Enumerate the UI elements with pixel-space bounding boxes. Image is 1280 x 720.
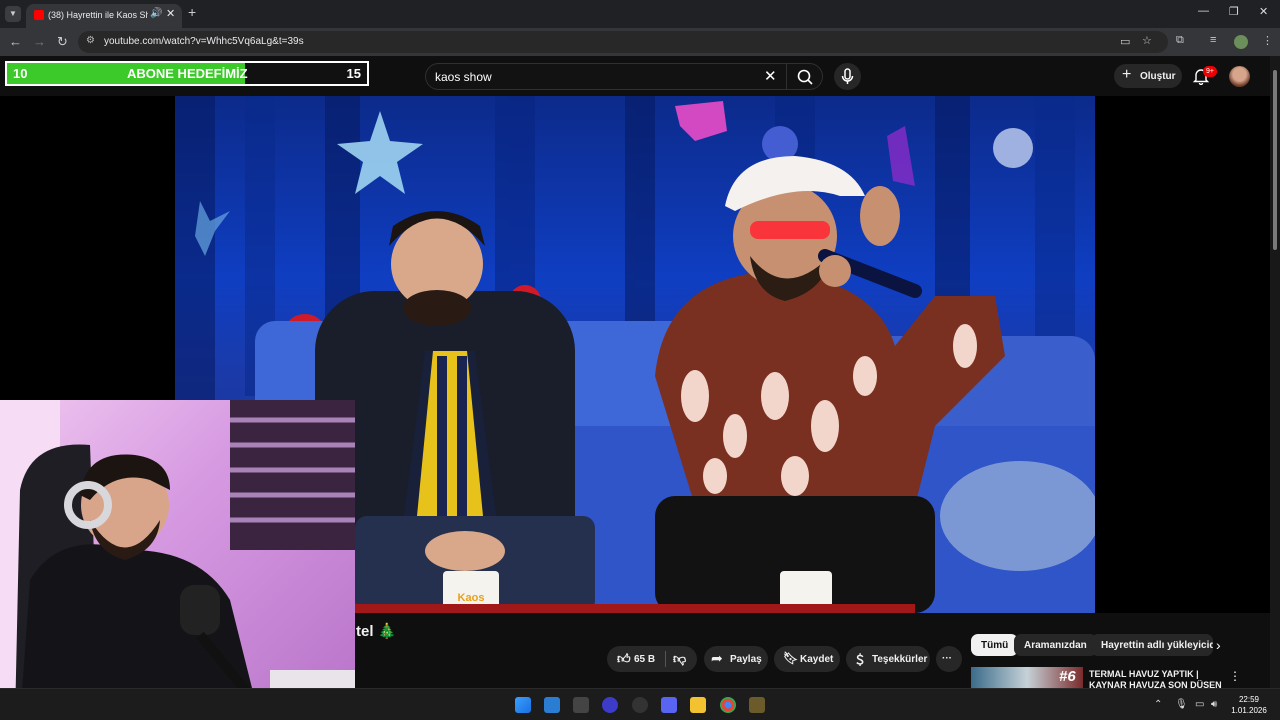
tab-search-button[interactable]: ▼: [5, 6, 21, 22]
browser-tab[interactable]: (38) Hayrettin ile Kaos Show 🔊 ✕: [26, 4, 182, 28]
chip-all[interactable]: Tümü: [971, 634, 1019, 656]
scrollbar-thumb[interactable]: [1273, 70, 1277, 250]
site-info-icon[interactable]: ⚙: [86, 35, 95, 46]
close-tab-icon[interactable]: ✕: [166, 7, 175, 20]
reading-list-icon[interactable]: ≡: [1210, 34, 1216, 46]
clock-time: 22:59: [1238, 695, 1260, 704]
streamer-webcam-overlay: [0, 400, 355, 720]
search-divider: [786, 64, 787, 89]
minimize-icon[interactable]: —: [1198, 5, 1209, 17]
reload-icon[interactable]: ↻: [57, 34, 68, 50]
tray-mic-icon[interactable]: 🎙︎: [1175, 699, 1188, 710]
extensions-icon[interactable]: ⧉: [1176, 34, 1184, 47]
dislike-icon[interactable]: 👎︎: [673, 651, 686, 667]
like-icon[interactable]: 👍︎: [617, 651, 631, 667]
suggested-menu-icon[interactable]: ⋮: [1229, 669, 1241, 683]
start-menu-icon[interactable]: [515, 697, 531, 713]
thanks-icon: ＄: [854, 653, 867, 667]
create-label: Oluştur: [1140, 71, 1176, 82]
suggested-rank: #6: [1059, 668, 1076, 685]
clear-search-icon[interactable]: ✕: [764, 67, 777, 85]
capcut-icon[interactable]: [573, 697, 589, 713]
outlook-icon[interactable]: [544, 697, 560, 713]
file-explorer-icon[interactable]: [690, 697, 706, 713]
suggested-title[interactable]: TERMAL HAVUZ YAPTIK | KAYNAR HAVUZA SON …: [1089, 669, 1229, 688]
browser-menu-icon[interactable]: ⋮: [1262, 34, 1273, 47]
save-button[interactable]: 🔖︎ Kaydet: [774, 646, 840, 672]
video-title: tel 🎄: [356, 623, 397, 640]
obs-icon[interactable]: [632, 697, 648, 713]
mug-logo-text: Kaos: [458, 592, 485, 604]
omnibox[interactable]: ⚙ youtube.com/watch?v=Whhc5Vq6aLg&t=39s …: [78, 31, 1168, 53]
address-toolbar: ← → ↻ ⚙ youtube.com/watch?v=Whhc5Vq6aLg&…: [0, 28, 1280, 56]
os-taskbar: ⌃ 🎙︎ ▭ 🔊︎ 22:59 1.01.2026: [0, 688, 1280, 720]
save-icon: 🔖︎: [783, 651, 799, 665]
back-icon[interactable]: ←: [9, 34, 22, 49]
like-divider: [665, 651, 666, 667]
tray-network-icon[interactable]: ▭: [1195, 699, 1204, 710]
like-count[interactable]: 65 B: [634, 654, 655, 665]
app-diamond-icon[interactable]: [602, 697, 618, 713]
more-actions-button[interactable]: ···: [936, 646, 962, 672]
audio-playing-icon[interactable]: 🔊: [150, 8, 162, 19]
thanks-button[interactable]: ＄ Teşekkürler: [846, 646, 930, 672]
goal-target-value: 15: [346, 66, 361, 81]
voice-search-button[interactable]: [834, 63, 861, 90]
subscriber-goal-overlay: 10 ABONE HEDEFİMİZ 15: [5, 61, 369, 86]
webcam-scene-illustration: [0, 400, 355, 720]
save-label: Kaydet: [800, 654, 834, 665]
browser-tab-bar: ▼ (38) Hayrettin ile Kaos Show 🔊 ✕ + — ❐…: [0, 0, 1280, 28]
search-box[interactable]: kaos show ✕: [425, 63, 823, 90]
url-text[interactable]: youtube.com/watch?v=Whhc5Vq6aLg&t=39s: [104, 36, 304, 47]
cast-icon[interactable]: ▭: [1120, 35, 1130, 48]
app-gear-icon[interactable]: [749, 697, 765, 713]
share-button[interactable]: ➦ Paylaş: [704, 646, 768, 672]
taskbar-clock[interactable]: 22:59 1.01.2026: [1226, 694, 1272, 716]
tab-title: (38) Hayrettin ile Kaos Show: [48, 10, 148, 20]
account-avatar[interactable]: [1229, 66, 1250, 87]
window-close-icon[interactable]: ✕: [1259, 5, 1268, 18]
tray-chevron-icon[interactable]: ⌃: [1154, 699, 1162, 710]
clock-date: 1.01.2026: [1231, 706, 1267, 715]
youtube-favicon-icon: [34, 10, 44, 20]
like-dislike-group: 👍︎ 65 B 👎︎: [607, 646, 697, 672]
profile-icon[interactable]: [1234, 35, 1248, 49]
suggested-video[interactable]: #6 TERMAL HAVUZ YAPTIK | KAYNAR HAVUZA S…: [971, 667, 1261, 688]
more-actions-label: ···: [942, 653, 952, 664]
new-tab-button[interactable]: +: [188, 4, 196, 20]
microphone-icon: [841, 68, 854, 84]
search-input[interactable]: kaos show: [435, 70, 492, 84]
discord-icon[interactable]: [661, 697, 677, 713]
chip-uploader[interactable]: Hayrettin adlı yükleyicid: [1091, 634, 1213, 656]
tray-volume-icon[interactable]: 🔊︎: [1211, 699, 1217, 710]
bookmark-star-icon[interactable]: ☆: [1142, 34, 1152, 47]
share-label: Paylaş: [730, 654, 762, 665]
search-button[interactable]: [792, 67, 820, 87]
restore-icon[interactable]: ❐: [1229, 5, 1239, 18]
share-icon: ➦: [711, 650, 723, 666]
thanks-label: Teşekkürler: [872, 654, 928, 665]
chrome-icon[interactable]: [720, 697, 736, 713]
chips-next-icon[interactable]: ›: [1216, 637, 1221, 653]
goal-label: ABONE HEDEFİMİZ: [127, 66, 248, 81]
page-scrollbar[interactable]: [1270, 56, 1280, 688]
chip-from-search[interactable]: Aramanızdan: [1014, 634, 1097, 656]
search-icon: [797, 69, 813, 85]
notification-badge: 9+: [1203, 66, 1217, 77]
plus-icon: +: [1122, 66, 1132, 83]
goal-start-value: 10: [13, 66, 28, 81]
create-button[interactable]: + Oluştur: [1114, 64, 1182, 88]
forward-icon[interactable]: →: [33, 34, 46, 49]
